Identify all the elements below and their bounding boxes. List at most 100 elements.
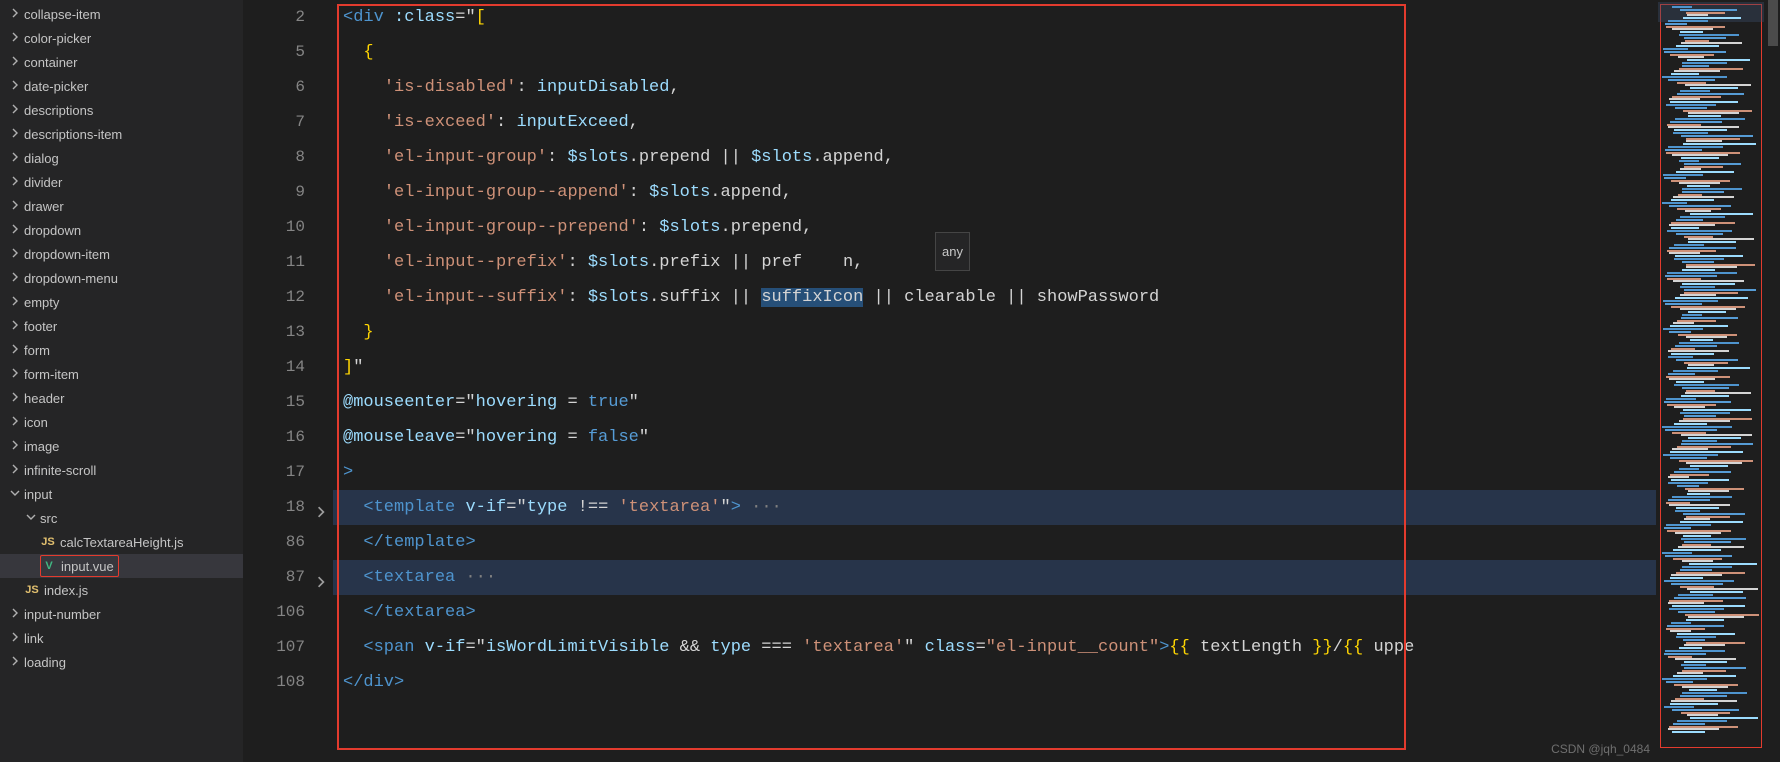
minimap-line <box>1671 199 1714 201</box>
tree-item-drawer[interactable]: drawer <box>0 194 243 218</box>
minimap-line <box>1668 602 1704 604</box>
tree-item-footer[interactable]: footer <box>0 314 243 338</box>
minimap-line <box>1687 714 1718 716</box>
tree-item-icon[interactable]: icon <box>0 410 243 434</box>
tree-item-color-picker[interactable]: color-picker <box>0 26 243 50</box>
minimap-line <box>1690 717 1758 719</box>
minimap-line <box>1688 241 1736 243</box>
code-token: clearable <box>904 288 996 307</box>
code-line[interactable]: </textarea> <box>333 595 1656 630</box>
line-number: 7 <box>243 105 305 140</box>
code-line[interactable]: <div :class="[ <box>333 0 1656 35</box>
tree-item-empty[interactable]: empty <box>0 290 243 314</box>
tree-item-descriptions-item[interactable]: descriptions-item <box>0 122 243 146</box>
minimap-line <box>1677 208 1721 210</box>
minimap-line <box>1682 387 1729 389</box>
code-token: = <box>506 498 516 517</box>
code-token: < <box>363 568 373 587</box>
code-line[interactable]: 'el-input-group': $slots.prepend || $slo… <box>333 140 1656 175</box>
minimap-line <box>1681 538 1746 540</box>
minimap-line <box>1686 516 1730 518</box>
tree-item-form[interactable]: form <box>0 338 243 362</box>
vertical-scrollbar[interactable] <box>1766 0 1780 762</box>
code-token: || <box>721 253 762 272</box>
tree-item-src[interactable]: src <box>0 506 243 530</box>
tree-item-divider[interactable]: divider <box>0 170 243 194</box>
tree-item-label: input <box>24 487 52 502</box>
fold-chevron-icon[interactable] <box>311 568 327 584</box>
tree-item-collapse-item[interactable]: collapse-item <box>0 2 243 26</box>
code-token: = <box>455 8 465 27</box>
code-line[interactable]: <template v-if="type !== 'textarea'"> ··… <box>333 490 1656 525</box>
code-line[interactable]: <textarea ··· <box>333 560 1656 595</box>
minimap-line <box>1666 376 1730 378</box>
tree-item-index-js[interactable]: JSindex.js <box>0 578 243 602</box>
minimap-line <box>1665 555 1732 557</box>
minimap-line <box>1675 510 1700 512</box>
minimap-line <box>1673 132 1708 134</box>
minimap-line <box>1666 152 1740 154</box>
minimap-line <box>1672 96 1721 98</box>
tree-item-loading[interactable]: loading <box>0 650 243 674</box>
tree-item-dropdown-item[interactable]: dropdown-item <box>0 242 243 266</box>
code-line[interactable]: 'el-input-group--append': $slots.append, <box>333 175 1656 210</box>
minimap-line <box>1672 28 1713 30</box>
tree-item-label: collapse-item <box>24 7 101 22</box>
tree-item-container[interactable]: container <box>0 50 243 74</box>
minimap-line <box>1687 14 1708 16</box>
code-token <box>343 113 384 132</box>
tree-item-calcTextareaHeight-js[interactable]: JScalcTextareaHeight.js <box>0 530 243 554</box>
tree-item-dialog[interactable]: dialog <box>0 146 243 170</box>
tree-item-dropdown-menu[interactable]: dropdown-menu <box>0 266 243 290</box>
minimap[interactable] <box>1656 0 1766 762</box>
tree-item-dropdown[interactable]: dropdown <box>0 218 243 242</box>
minimap-line <box>1682 686 1728 688</box>
tree-item-descriptions[interactable]: descriptions <box>0 98 243 122</box>
tree-item-label: form <box>24 343 50 358</box>
minimap-line <box>1680 168 1701 170</box>
scrollbar-thumb[interactable] <box>1768 0 1778 46</box>
code-line[interactable]: <span v-if="isWordLimitVisible && type =… <box>333 630 1656 665</box>
code-line[interactable]: @mouseleave="hovering = false" <box>333 420 1656 455</box>
code-line[interactable]: { <box>333 35 1656 70</box>
minimap-line <box>1686 140 1722 142</box>
minimap-line <box>1674 423 1707 425</box>
code-line[interactable]: 'is-disabled': inputDisabled, <box>333 70 1656 105</box>
line-number: 17 <box>243 455 305 490</box>
code-line[interactable]: </template> <box>333 525 1656 560</box>
code-line[interactable]: 'el-input--prefix': $slots.prefix || pre… <box>333 245 1656 280</box>
tree-item-infinite-scroll[interactable]: infinite-scroll <box>0 458 243 482</box>
tree-item-input-vue[interactable]: Vinput.vue <box>0 554 243 578</box>
tree-item-input[interactable]: input <box>0 482 243 506</box>
code-editor[interactable]: 2567891011121314151617188687106107108 an… <box>243 0 1780 762</box>
tree-item-input-number[interactable]: input-number <box>0 602 243 626</box>
chevron-right-icon <box>8 246 22 260</box>
code-line[interactable]: } <box>333 315 1656 350</box>
tree-item-image[interactable]: image <box>0 434 243 458</box>
tree-item-header[interactable]: header <box>0 386 243 410</box>
code-area[interactable]: any <div :class="[ { 'is-disabled': inpu… <box>333 0 1656 762</box>
tree-item-link[interactable]: link <box>0 626 243 650</box>
fold-chevron-icon[interactable] <box>311 498 327 514</box>
minimap-line <box>1682 269 1715 271</box>
tree-item-form-item[interactable]: form-item <box>0 362 243 386</box>
explorer-sidebar[interactable]: collapse-item color-pickercontainerdate-p… <box>0 0 243 762</box>
minimap-line <box>1672 605 1745 607</box>
code-line[interactable]: </div> <box>333 665 1656 700</box>
code-line[interactable]: > <box>333 455 1656 490</box>
code-token <box>343 183 384 202</box>
tree-item-date-picker[interactable]: date-picker <box>0 74 243 98</box>
line-number: 14 <box>243 350 305 385</box>
minimap-line <box>1688 238 1754 240</box>
code-token: < <box>363 638 373 657</box>
code-line[interactable]: 'el-input--suffix': $slots.suffix || suf… <box>333 280 1656 315</box>
code-line[interactable]: ]" <box>333 350 1656 385</box>
minimap-line <box>1680 569 1712 571</box>
minimap-line <box>1669 98 1700 100</box>
code-line[interactable]: @mouseenter="hovering = true" <box>333 385 1656 420</box>
tree-item-label: dialog <box>24 151 59 166</box>
code-line[interactable]: 'el-input-group--prepend': $slots.prepen… <box>333 210 1656 245</box>
minimap-line <box>1671 700 1737 702</box>
code-line[interactable]: 'is-exceed': inputExceed, <box>333 105 1656 140</box>
minimap-line <box>1669 224 1715 226</box>
